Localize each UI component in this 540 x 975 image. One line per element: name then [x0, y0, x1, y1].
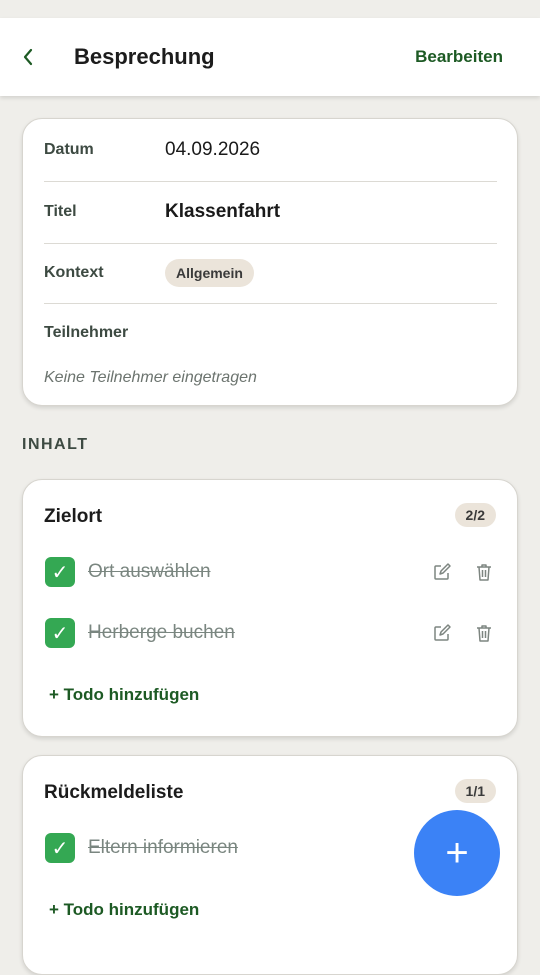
edit-todo-button[interactable]: [429, 620, 455, 646]
participants-empty-hint: Keine Teilnehmer eingetragen: [44, 369, 257, 386]
group-title: Rückmeldeliste: [44, 782, 184, 803]
todo-item: ✓ Ort auswählen: [45, 555, 497, 589]
edit-button[interactable]: Bearbeiten: [415, 47, 503, 67]
todo-text: Ort auswählen: [88, 561, 211, 582]
context-label: Kontext: [44, 264, 104, 281]
add-todo-button[interactable]: + Todo hinzufügen: [49, 900, 199, 920]
date-row: Datum 04.09.2026: [44, 139, 497, 161]
trash-icon: [477, 625, 491, 642]
check-icon: ✓: [51, 622, 69, 645]
date-label: Datum: [44, 141, 94, 158]
title-label: Titel: [44, 203, 77, 220]
plus-icon: +: [445, 830, 469, 875]
todo-text: Eltern informieren: [88, 837, 238, 858]
app-bar: Besprechung Bearbeiten: [0, 18, 540, 96]
divider: [44, 181, 497, 182]
todo-checkbox[interactable]: ✓: [45, 833, 75, 863]
delete-todo-button[interactable]: [471, 620, 497, 646]
context-chip: Allgemein: [165, 259, 254, 287]
context-row: Kontext Allgemein: [44, 259, 497, 287]
todo-group-card: Zielort 2/2 ✓ Ort auswählen ✓ Herberge b…: [22, 479, 518, 737]
delete-todo-button[interactable]: [471, 559, 497, 585]
todo-checkbox[interactable]: ✓: [45, 557, 75, 587]
status-bar: [0, 0, 540, 18]
chevron-left-icon: [23, 48, 33, 66]
trash-icon: [477, 564, 491, 581]
count-badge: 2/2: [454, 503, 496, 527]
check-icon: ✓: [51, 561, 69, 584]
divider: [44, 243, 497, 244]
divider: [44, 303, 497, 304]
todo-checkbox[interactable]: ✓: [45, 618, 75, 648]
title-value: Klassenfahrt: [165, 201, 281, 222]
page-title: Besprechung: [74, 44, 215, 69]
participants-row: Teilnehmer: [44, 324, 497, 342]
section-title: INHALT: [22, 436, 89, 453]
date-value: 04.09.2026: [165, 139, 261, 160]
count-badge: 1/1: [454, 779, 496, 803]
add-todo-button[interactable]: + Todo hinzufügen: [49, 685, 199, 705]
group-title: Zielort: [44, 506, 103, 527]
edit-todo-button[interactable]: [429, 559, 455, 585]
edit-icon: [434, 624, 451, 641]
participants-label: Teilnehmer: [44, 324, 129, 341]
todo-text: Herberge buchen: [88, 622, 235, 643]
meta-card: Datum 04.09.2026 Titel Klassenfahrt Kont…: [22, 118, 518, 406]
edit-icon: [434, 563, 451, 580]
todo-item: ✓ Herberge buchen: [45, 616, 497, 650]
title-row: Titel Klassenfahrt: [44, 201, 497, 223]
add-fab-button[interactable]: +: [414, 810, 500, 896]
back-button[interactable]: [0, 29, 56, 85]
check-icon: ✓: [51, 837, 69, 860]
